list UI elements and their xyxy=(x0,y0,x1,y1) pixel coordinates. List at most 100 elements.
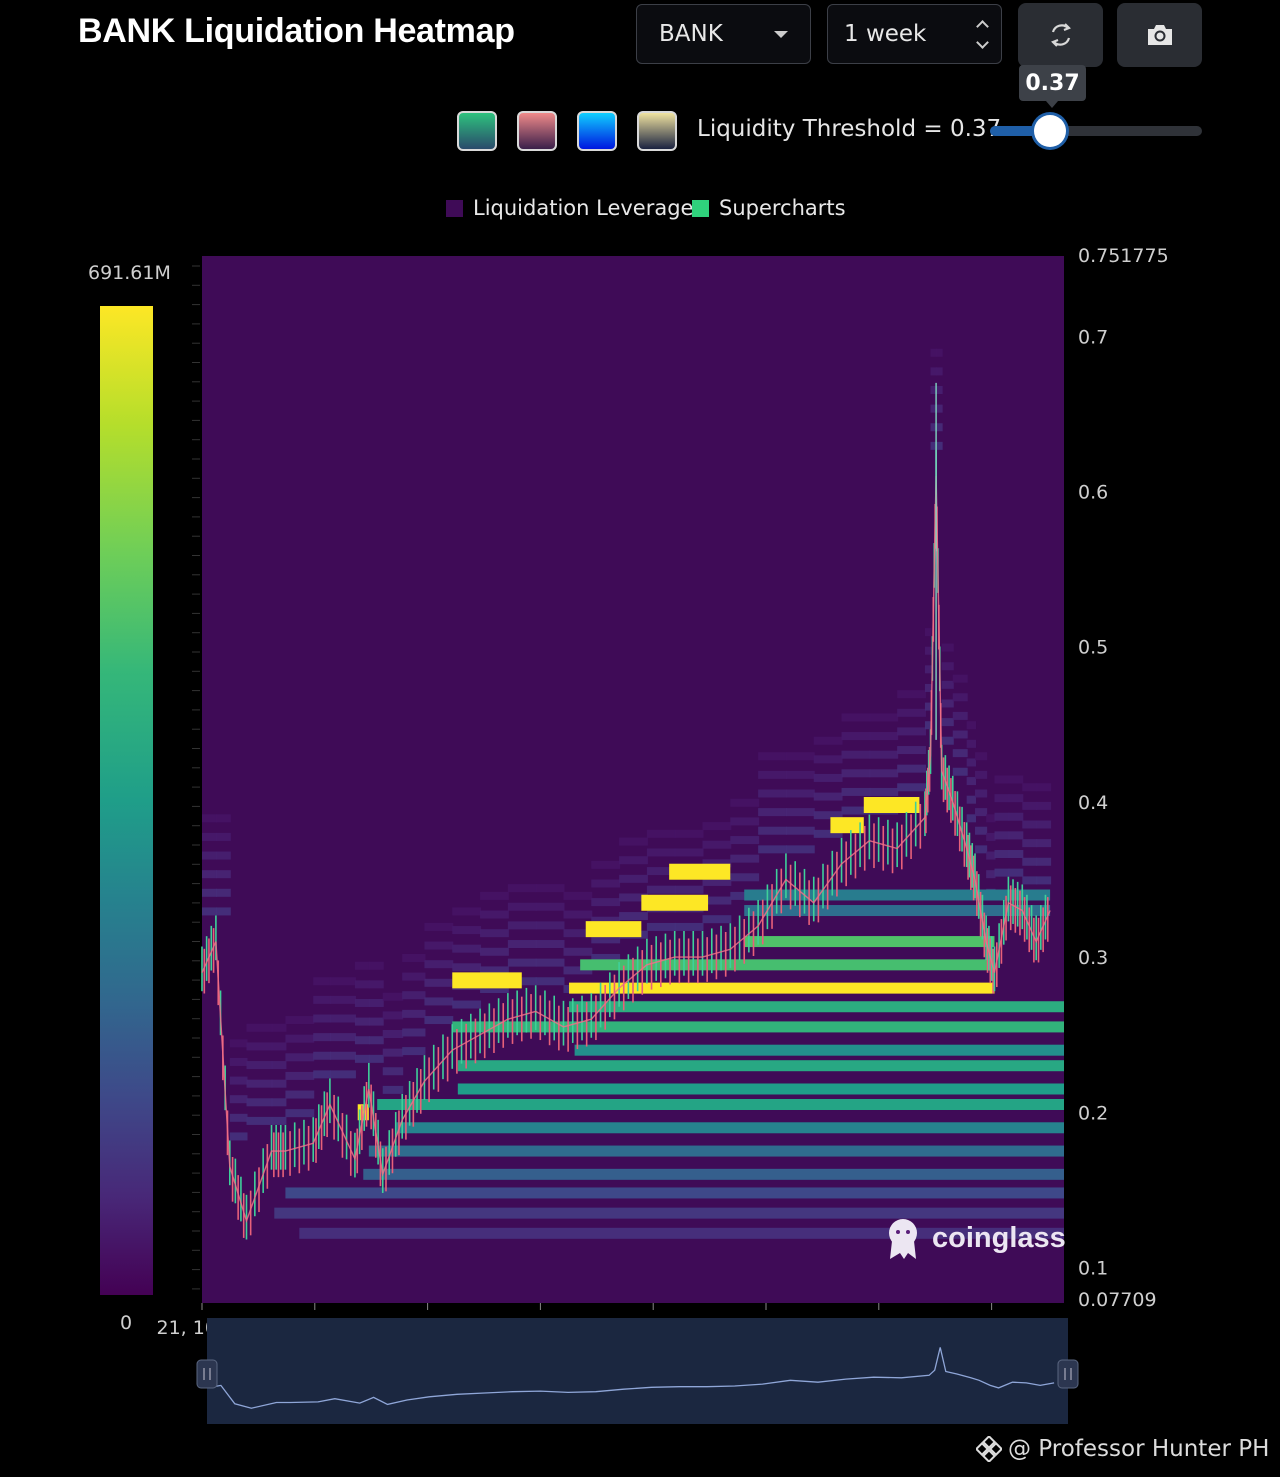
heatmap-cell xyxy=(402,972,426,981)
heatmap-cell xyxy=(975,789,988,798)
heatmap-cell xyxy=(1022,839,1038,848)
heatmap-cell xyxy=(563,947,593,956)
heatmap-cell xyxy=(313,995,331,1004)
heatmap-cell xyxy=(841,787,871,796)
heatmap-cell xyxy=(313,1014,331,1023)
heatmap-cell xyxy=(952,767,968,776)
y-axis-max-label: 0.751775 xyxy=(1078,245,1169,267)
y-axis-tick-label: 0.2 xyxy=(1078,1102,1108,1124)
heatmap-cell xyxy=(329,1014,356,1023)
y-axis-tick-label: 0.6 xyxy=(1078,482,1108,504)
heatmap-cell xyxy=(841,769,871,778)
heatmap-cell xyxy=(975,770,988,779)
heatmap-cell xyxy=(646,885,676,894)
heatmap-cell xyxy=(313,977,331,986)
heatmap-cell xyxy=(329,995,356,1004)
hot-spot xyxy=(585,921,642,938)
heatmap-cell xyxy=(966,758,977,767)
heatmap-cell xyxy=(1008,794,1024,803)
heatmap-cell xyxy=(452,963,482,972)
heatmap-cell xyxy=(382,1011,404,1020)
heatmap-cell xyxy=(1008,868,1024,877)
heatmap-cell xyxy=(975,826,988,835)
heatmap-cell xyxy=(994,812,1010,821)
heatmap-cell xyxy=(966,814,977,823)
liquidation-band xyxy=(457,1083,1065,1095)
heatmap-cell xyxy=(936,441,943,450)
y-axis-tick-label: 0.5 xyxy=(1078,637,1108,659)
heatmap-cell xyxy=(535,958,565,967)
heatmap-cell xyxy=(1022,801,1038,810)
navigator-handle[interactable] xyxy=(1057,1359,1079,1389)
heatmap-cell xyxy=(402,1047,426,1056)
heatmap-cell xyxy=(202,814,217,823)
heatmap-cell xyxy=(785,770,815,779)
heatmap-cell xyxy=(229,1039,248,1048)
heatmap-cell xyxy=(329,977,356,986)
author-credit: @ Professor Hunter PH xyxy=(976,1436,1269,1462)
heatmap-cell xyxy=(952,674,968,683)
heatmap-cell xyxy=(382,992,404,1001)
heatmap-cell xyxy=(246,1023,273,1032)
heatmap-cell xyxy=(730,817,760,826)
heatmap-cell xyxy=(313,1051,331,1060)
credit-text: @ Professor Hunter PH xyxy=(1008,1436,1270,1462)
heatmap-cell xyxy=(215,832,231,841)
heatmap-cell xyxy=(785,826,815,835)
y-axis-min-label: 0.07709 xyxy=(1078,1289,1157,1311)
heatmap-cell xyxy=(535,921,565,930)
heatmap-cell xyxy=(1022,783,1038,792)
heatmap-cell xyxy=(229,1095,248,1104)
heatmap-cell xyxy=(452,926,482,935)
heatmap-cell xyxy=(563,910,593,919)
heatmap-cell xyxy=(271,1098,287,1107)
heatmap-cell xyxy=(730,854,760,863)
heatmap-cell xyxy=(507,902,537,911)
heatmap-cell xyxy=(869,732,899,741)
heatmap-cell xyxy=(941,736,954,745)
heatmap-cell xyxy=(785,789,815,798)
heatmap-cell xyxy=(897,764,926,773)
heatmap-cell xyxy=(329,1070,356,1079)
heatmap-cell xyxy=(758,770,787,779)
heatmap-cell xyxy=(215,907,231,916)
heatmap-cell xyxy=(202,851,217,860)
liquidation-heatmap-chart[interactable]: 0.7517750.10.20.30.40.50.60.70.0770921, … xyxy=(0,0,1280,1440)
heatmap-cell xyxy=(1036,801,1052,810)
hot-spot xyxy=(669,863,731,880)
navigator-handle[interactable] xyxy=(196,1359,218,1389)
heatmap-cell xyxy=(674,829,704,838)
heatmap-cell xyxy=(936,404,943,413)
heatmap-cell xyxy=(424,997,454,1006)
heatmap-cell xyxy=(215,888,231,897)
y-axis-tick-label: 0.3 xyxy=(1078,947,1108,969)
heatmap-cell xyxy=(368,1017,384,1026)
heatmap-cell xyxy=(1008,775,1024,784)
heatmap-cell xyxy=(952,730,968,739)
heatmap-cell xyxy=(813,792,843,801)
heatmap-cell xyxy=(975,845,988,854)
liquidation-band xyxy=(363,1168,1064,1180)
heatmap-cell xyxy=(813,736,843,745)
heatmap-cell xyxy=(402,953,426,962)
heatmap-cell xyxy=(507,884,537,893)
heatmap-cell xyxy=(285,1016,315,1025)
heatmap-cell xyxy=(329,1051,356,1060)
heatmap-cell xyxy=(246,1042,273,1051)
heatmap-cell xyxy=(368,1036,384,1045)
heatmap-cell xyxy=(702,840,732,849)
heatmap-cell xyxy=(966,739,977,748)
heatmap-cell xyxy=(841,732,871,741)
heatmap-cell xyxy=(202,832,217,841)
heatmap-cell xyxy=(1036,857,1052,866)
liquidation-band xyxy=(368,1145,1064,1157)
heatmap-cell xyxy=(285,1109,315,1118)
heatmap-cell xyxy=(480,910,509,919)
hot-spot xyxy=(830,817,864,834)
heatmap-cell xyxy=(941,643,954,652)
liquidation-band xyxy=(744,936,995,948)
heatmap-cell xyxy=(702,915,732,924)
heatmap-cell xyxy=(966,795,977,804)
heatmap-cell xyxy=(507,921,537,930)
heatmap-cell xyxy=(897,783,926,792)
